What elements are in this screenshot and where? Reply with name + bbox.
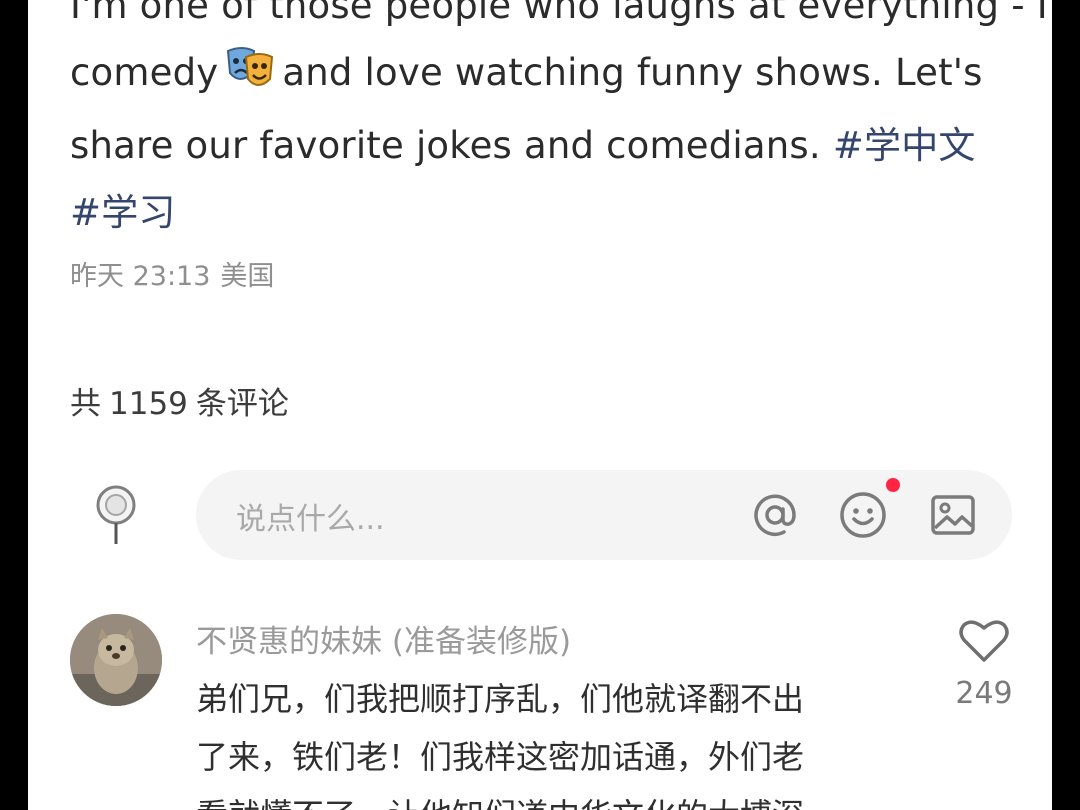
post-meta: 昨天 23:13 美国 [70,254,274,293]
comment-input[interactable]: 说点什么... [236,494,385,538]
comedy-masks-icon [224,45,276,112]
post-detail-screen: I'm one of those people who laughs at ev… [28,0,1052,810]
location-pin-icon[interactable] [94,484,138,546]
comment-line-1: 弟们兄，们我把顺打序乱，们他就译翻不出 [196,680,805,718]
post-time: 昨天 23:13 [70,261,211,292]
post-line-1: I'm one of those people who laughs at ev… [70,0,1048,27]
at-sign-icon[interactable] [748,488,802,542]
comment-text: 弟们兄，们我把顺打序乱，们他就译翻不出 了来，铁们老！们我样这密加话通，外们老 … [196,670,916,810]
comment-count-prefix: 共 [70,386,101,422]
comment-count-number: 1159 [109,386,188,422]
like-count: 249 [955,676,1013,711]
post-text-segment: share our favorite jokes and comedians. [70,124,821,167]
hashtag-link[interactable]: #学中文 [833,124,976,167]
comment-count: 共 1159 条评论 [70,378,289,423]
avatar[interactable] [70,614,162,706]
post-line-4: #学习 [70,179,1030,246]
comment-count-suffix: 条评论 [195,386,289,422]
hashtag-link[interactable]: #学习 [70,191,176,234]
post-text-segment: and love watching funny shows. Let's [282,51,983,94]
post-line-3: share our favorite jokes and comedians. … [70,112,1030,179]
post-text-segment: comedy [70,51,219,94]
comment-username[interactable]: 不贤惠的妹妹 (准备装修版) [196,616,571,661]
comment-line-2: 了来，铁们老！们我样这密加话通，外们老 [196,738,805,776]
notification-dot [886,478,900,492]
heart-icon[interactable] [956,618,1012,664]
comment-composer[interactable]: 说点什么... [196,470,1012,560]
comment-line-3: 看就懂不了，让他知们道中华文化的大博深 [196,786,916,810]
smiley-icon[interactable] [836,488,890,542]
post-location: 美国 [220,261,275,292]
post-line-2: comedy and love watching funny shows. Le… [70,39,1030,112]
post-body: I'm one of those people who laughs at ev… [70,0,1048,246]
image-icon[interactable] [926,488,980,542]
